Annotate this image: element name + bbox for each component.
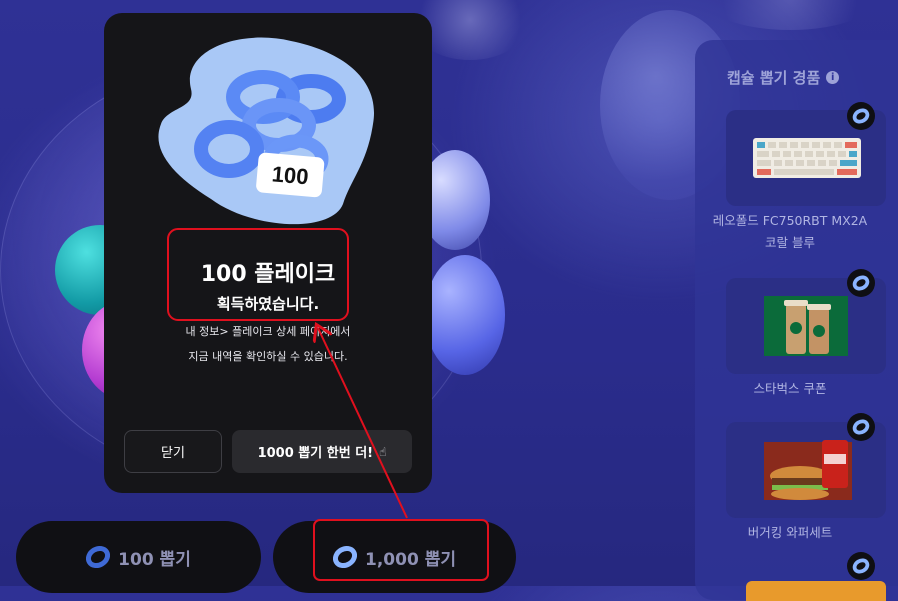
prize-panel: 캡슐 뽑기 경품 i 레오폴드 FC750RBT MX2A 코랄 블루 스타벅스… — [695, 40, 898, 601]
prize-label: 레오폴드 FC750RBT MX2A 코랄 블루 — [695, 210, 885, 254]
prize-name: 스타벅스 쿠폰 — [753, 381, 827, 396]
prize-donut-badge — [847, 102, 875, 130]
prize-name: 레오폴드 FC750RBT MX2A — [712, 213, 868, 228]
donut-icon — [852, 558, 870, 574]
next-prize-partial — [746, 581, 886, 601]
decorative-bubble — [700, 0, 880, 30]
close-button[interactable]: 닫기 — [124, 430, 222, 473]
prize-panel-title-text: 캡슐 뽑기 경품 — [727, 69, 821, 87]
donut-icon — [852, 108, 870, 124]
draw-100-button[interactable]: 100 뽑기 — [16, 521, 261, 593]
draw-result-modal: 100 100 플레이크 획득하였습니다. 내 정보> 플레이크 상세 페이지에… — [104, 13, 432, 493]
modal-description: 내 정보> 플레이크 상세 페이지에서 지금 내역을 확인하실 수 있습니다. — [104, 319, 432, 369]
donut-count-label: 100 — [271, 161, 310, 189]
flake-donuts-illustration: 100 — [158, 37, 375, 225]
prize-donut-badge — [847, 552, 875, 580]
draw-1000-button[interactable]: 1,000 뽑기 — [273, 521, 516, 593]
draw-100-label: 100 뽑기 — [118, 549, 191, 570]
modal-subtitle: 획득하였습니다. — [216, 295, 320, 313]
prize-panel-title: 캡슐 뽑기 경품 i — [727, 67, 840, 88]
draw-again-label: 1000 뽑기 한번 더! — [257, 446, 374, 461]
capsule-ball — [425, 255, 505, 375]
donut-icon — [86, 545, 111, 569]
prize-donut-badge — [847, 413, 875, 441]
desc-line: 내 정보> 플레이크 상세 페이지에서 — [185, 325, 351, 338]
prize-donut-badge — [847, 269, 875, 297]
draw-1000-label: 1,000 뽑기 — [365, 549, 456, 570]
prize-name-line2: 코랄 블루 — [765, 235, 815, 250]
donut-icon — [852, 419, 870, 435]
info-icon[interactable]: i — [826, 71, 840, 84]
prize-name: 버거킹 와퍼세트 — [747, 525, 833, 540]
donut-icon — [333, 545, 357, 569]
draw-again-button[interactable]: 1000 뽑기 한번 더! ☝ — [232, 430, 412, 473]
desc-line: 지금 내역을 확인하실 수 있습니다. — [188, 350, 348, 363]
donut-icon — [852, 275, 870, 291]
prize-label: 버거킹 와퍼세트 — [695, 522, 885, 544]
pointer-hand-icon: ☝ — [379, 444, 387, 459]
prize-label: 스타벅스 쿠폰 — [695, 378, 885, 400]
modal-title: 100 플레이크 — [200, 262, 336, 287]
